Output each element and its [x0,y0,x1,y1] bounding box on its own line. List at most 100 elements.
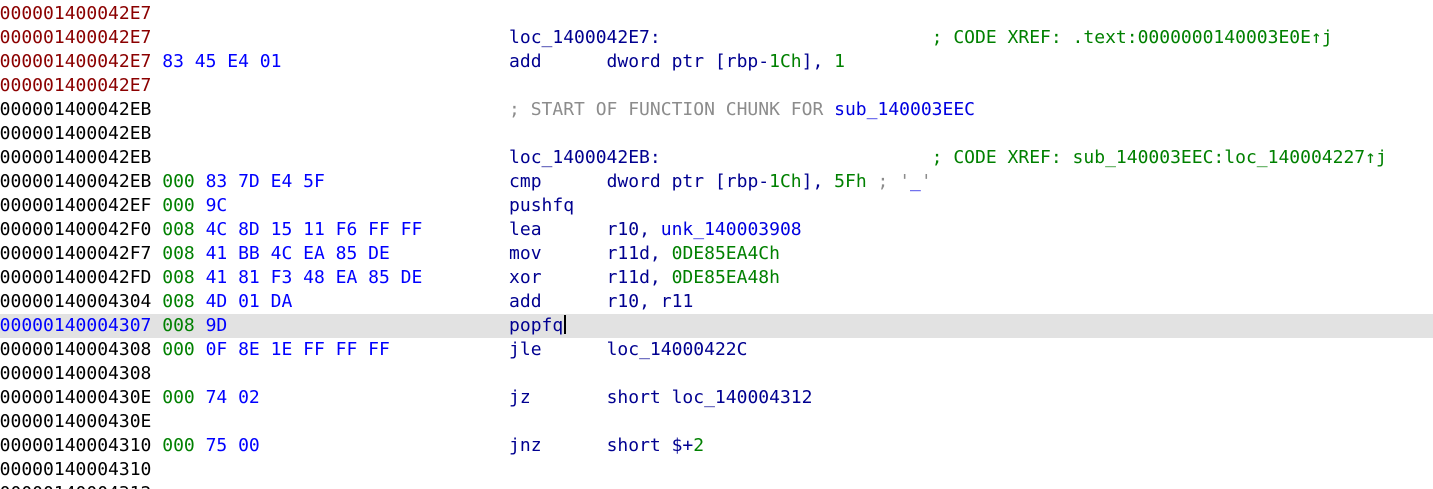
token-instruction-text: jnz short $+ [509,435,694,456]
token-opcode-bytes: 83 45 E4 01 [151,51,282,72]
token-address: 00000001400042F7 [0,243,152,264]
token-sp-value: 000 [162,171,195,192]
token-instruction-text: jz short loc_140004312 [509,387,813,408]
token-address-anterior: 00000001400042E7 [0,3,152,24]
token-opcode-bytes: 9D [194,315,228,336]
disasm-line[interactable]: 000000014000430E [0,410,1433,434]
text-cursor [564,315,567,334]
token-dummy-name: unk_140003908 [660,219,802,240]
token-number-literal: 1Ch [769,171,802,192]
token-instruction-text: lea r10, [509,219,661,240]
disasm-line[interactable]: 00000001400042FD 008 41 81 F3 48 EA 85 D… [0,266,1433,290]
token-instruction-text [151,27,509,48]
token-opcode-bytes: 41 81 F3 48 EA 85 DE [194,267,423,288]
disasm-line[interactable]: 0000000140004310 000 75 00 jnz short $+2 [0,434,1433,458]
token-address-anterior: 00000001400042E7 [0,51,152,72]
token-sp-value: 000 [162,339,195,360]
disasm-line[interactable]: 00000001400042E7 loc_1400042E7: ; CODE X… [0,26,1433,50]
disasm-line[interactable]: 00000001400042EB loc_1400042EB: ; CODE X… [0,146,1433,170]
disasm-line[interactable]: 00000001400042F0 008 4C 8D 15 11 F6 FF F… [0,218,1433,242]
disasm-line[interactable]: 0000000140004308 [0,362,1433,386]
token-dummy-name: sub_140003EEC [834,99,976,120]
token-opcode-bytes: 74 02 [194,387,260,408]
disasm-line-current[interactable]: 0000000140004307 008 9D popfq [0,314,1433,338]
disasm-line[interactable]: 00000001400042E7 83 45 E4 01 add dword p… [0,50,1433,74]
token-instruction-text [390,339,509,360]
token-sp-value: 008 [162,291,195,312]
disasm-line[interactable]: 00000001400042EF 000 9C pushfq [0,194,1433,218]
token-address: 00000001400042EB [0,147,152,168]
token-address: 00000001400042EB [0,171,152,192]
token-opcode-bytes: 75 00 [194,435,260,456]
token-number-literal: 0DE85EA4Ch [671,243,780,264]
token-instruction-text [292,291,509,312]
disassembly-listing: 00000001400042E700000001400042E7 loc_140… [0,0,1433,489]
token-instruction-text: jle loc_14000422C [509,339,748,360]
disasm-line[interactable]: 00000001400042E7 [0,2,1433,26]
token-instruction-text [260,387,509,408]
token-address: 0000000140004304 [0,291,152,312]
token-instruction-text [151,147,509,168]
token-opcode-bytes: 4D 01 DA [194,291,293,312]
disasm-line[interactable]: 000000014000430E 000 74 02 jz short loc_… [0,386,1433,410]
token-xref-comment: ; CODE XREF: sub_140003EEC:loc_140004227… [931,147,1387,168]
disasm-line[interactable]: 0000000140004308 000 0F 8E 1E FF FF FF j… [0,338,1433,362]
token-instruction-text [422,219,509,240]
token-sp-value: 008 [162,219,195,240]
disasm-line[interactable]: 0000000140004312 [0,482,1433,489]
token-address: 00000001400042EF [0,195,152,216]
disasm-line[interactable]: 00000001400042E7 [0,74,1433,98]
token-instruction-text: loc_1400042EB: [509,147,661,168]
token-sp-value: 008 [162,243,195,264]
token-number-literal: 1 [834,51,845,72]
token-opcode-bytes: 4C 8D 15 11 F6 FF FF [194,219,423,240]
token-instruction-text [227,195,509,216]
disasm-line[interactable]: 00000001400042EB ; START OF FUNCTION CHU… [0,98,1433,122]
token-address: 00000001400042EB [0,99,152,120]
token-auto-comment: ; ' [877,171,911,192]
token-opcode-bytes: 41 BB 4C EA 85 DE [194,243,390,264]
token-opcode-bytes: 9C [194,195,228,216]
token-instruction-text: add dword ptr [rbp- [509,51,770,72]
token-instruction-text [390,243,509,264]
token-address-current: 0000000140004307 [0,315,152,336]
token-instruction-text [260,435,509,456]
token-address: 00000001400042EB [0,123,152,144]
token-instruction-text: xor r11d, [509,267,672,288]
token-instruction-text [422,267,509,288]
token-instruction-text [281,51,509,72]
token-number-literal: 0DE85EA48h [671,267,780,288]
token-address: 0000000140004308 [0,363,152,384]
disasm-line[interactable]: 0000000140004310 [0,458,1433,482]
token-auto-comment: ' [920,171,932,192]
token-instruction-text [661,27,932,48]
token-instruction-text [661,147,932,168]
token-instruction-text: pushfq [509,195,575,216]
token-instruction-text: loc_1400042E7: [509,27,661,48]
token-opcode-bytes: 83 7D E4 5F [194,171,325,192]
token-instruction-text: mov r11d, [509,243,672,264]
token-instruction-text [867,171,878,192]
token-instruction-text: popfq [509,315,564,336]
token-sp-value: 000 [162,387,195,408]
token-address: 0000000140004310 [0,435,152,456]
token-address: 00000001400042FD [0,267,152,288]
token-number-literal: 2 [693,435,705,456]
token-auto-comment: ; START OF FUNCTION CHUNK FOR [509,99,835,120]
token-dummy-name: _ [910,171,921,192]
disasm-line[interactable]: 00000001400042EB [0,122,1433,146]
token-sp-value: 000 [162,195,195,216]
token-xref-comment: ; CODE XREF: .text:0000000140003E0E↑j [931,27,1333,48]
token-address: 0000000140004312 [0,483,151,489]
token-address-anterior: 00000001400042E7 [0,27,152,48]
token-instruction-text: cmp dword ptr [rbp- [509,171,770,192]
disasm-line[interactable]: 00000001400042F7 008 41 BB 4C EA 85 DE m… [0,242,1433,266]
disasm-line[interactable]: 00000001400042EB 000 83 7D E4 5F cmp dwo… [0,170,1433,194]
token-sp-value: 000 [162,435,195,456]
token-instruction-text: ], [801,51,835,72]
token-instruction-text: ], [801,171,835,192]
disasm-line[interactable]: 0000000140004304 008 4D 01 DA add r10, r… [0,290,1433,314]
token-address: 00000001400042F0 [0,219,152,240]
token-auto-comment [151,99,509,120]
token-sp-value: 008 [162,267,195,288]
